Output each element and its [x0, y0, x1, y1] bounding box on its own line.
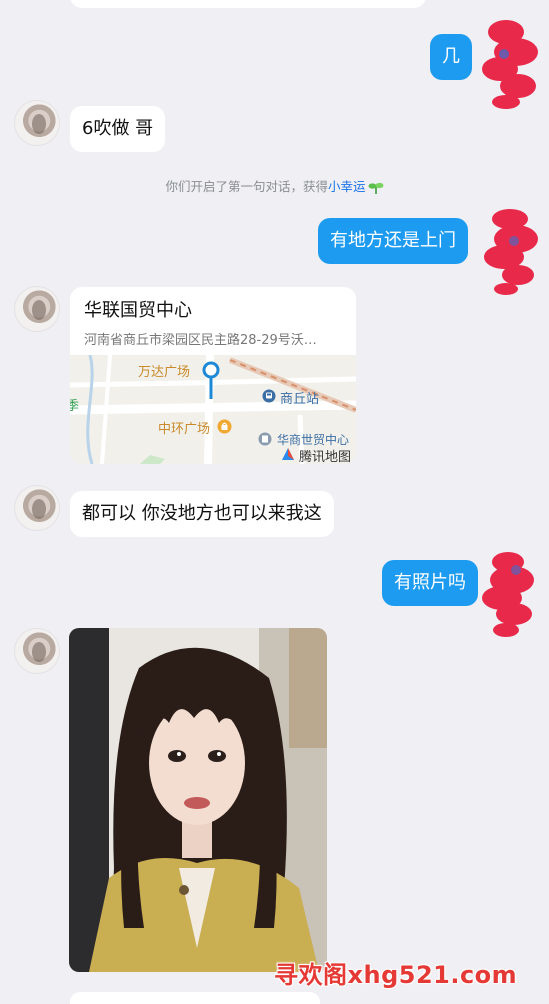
shopping-icon: [217, 419, 232, 434]
location-card[interactable]: 华联国贸中心 河南省商丘市梁园区民主路28-29号沃… 万达广场 商丘站 中环广…: [70, 287, 356, 464]
message-bubble-outgoing[interactable]: 有照片吗: [382, 560, 478, 606]
message-text: 有地方还是上门: [330, 230, 456, 251]
map-label-station: 商丘站: [280, 392, 320, 407]
message-text: 有照片吗: [394, 572, 466, 593]
location-address: 河南省商丘市梁园区民主路28-29号沃…: [84, 333, 317, 348]
map-label-wanda: 万达广场: [138, 365, 191, 380]
message-bubble-incoming[interactable]: 6吹做 哥: [70, 106, 166, 152]
map-preview[interactable]: 万达广场 商丘站 中环广场 华商世贸中心 腾讯地图 季: [70, 355, 356, 464]
tencent-maps-icon: [282, 448, 294, 460]
map-attribution: 腾讯地图: [299, 450, 352, 464]
photo-image: [69, 628, 327, 972]
location-pin-icon: [202, 361, 220, 399]
contact-avatar[interactable]: [14, 628, 60, 674]
contact-avatar[interactable]: [14, 485, 60, 531]
contact-avatar[interactable]: [14, 286, 60, 332]
next-message-bubble: [70, 992, 320, 1004]
sprout-icon: [368, 182, 384, 194]
message-text: 6吹做 哥: [82, 118, 154, 139]
message-text: 几: [442, 46, 460, 67]
redacted-avatar[interactable]: [476, 548, 542, 644]
contact-avatar[interactable]: [14, 100, 60, 146]
previous-message-bubble: [70, 0, 426, 8]
lucky-highlight[interactable]: 小幸运: [328, 179, 366, 194]
message-bubble-outgoing[interactable]: 有地方还是上门: [318, 218, 468, 264]
redacted-avatar[interactable]: [476, 14, 542, 110]
building-icon: [258, 432, 272, 446]
map-label-zhonghuan: 中环广场: [158, 422, 211, 437]
location-title: 华联国贸中心: [84, 300, 192, 321]
map-label-edge: 季: [70, 399, 80, 414]
system-notice: 你们开启了第一句对话，获得小幸运: [0, 176, 549, 195]
message-bubble-incoming[interactable]: 都可以 你没地方也可以来我这: [70, 491, 334, 537]
message-text: 都可以 你没地方也可以来我这: [82, 503, 322, 524]
shared-photo[interactable]: [69, 628, 327, 972]
message-bubble-outgoing[interactable]: 几: [430, 34, 472, 80]
redacted-avatar[interactable]: [478, 205, 544, 301]
system-notice-text: 你们开启了第一句对话，获得: [165, 179, 328, 194]
watermark: 寻欢阁xhg521.com: [274, 961, 518, 989]
train-station-icon: [262, 389, 276, 403]
